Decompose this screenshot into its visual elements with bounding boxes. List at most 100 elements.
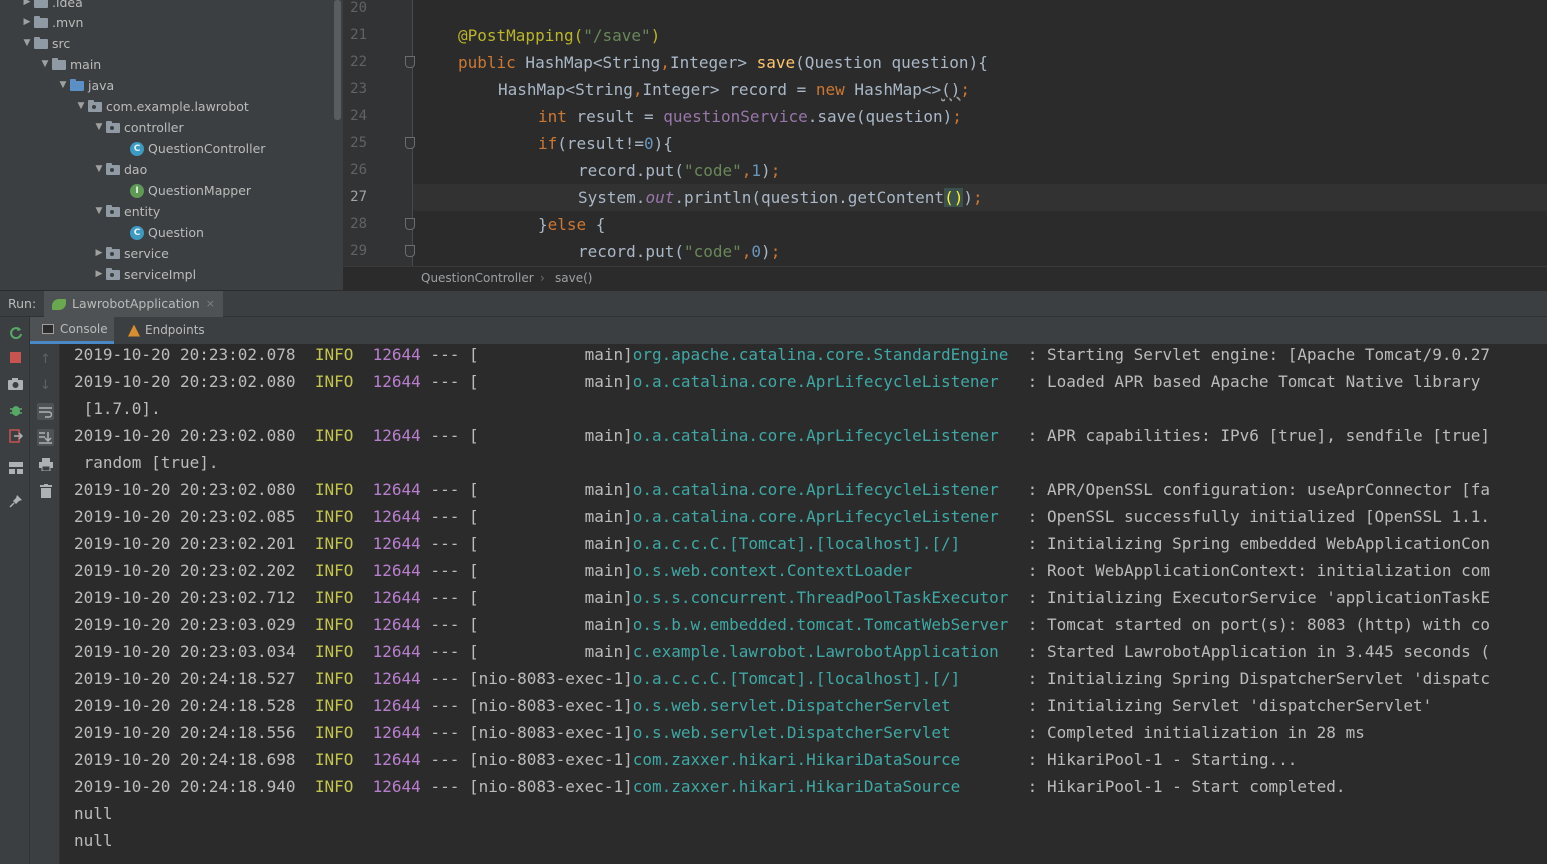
log-logger[interactable]: o.s.s.concurrent.ThreadPoolTaskExecutor: [633, 588, 1009, 607]
print-icon[interactable]: [37, 456, 54, 473]
log-message: : APR capabilities: IPv6 [true], sendfil…: [998, 426, 1491, 445]
tree-item-question[interactable]: C Question: [130, 222, 204, 243]
tree-item-label: src: [52, 36, 71, 51]
log-logger[interactable]: com.zaxxer.hikari.HikariDataSource: [633, 777, 961, 796]
code-text: (): [941, 80, 961, 99]
tree-item-mvn[interactable]: ▶ .mvn: [20, 12, 84, 33]
tab-endpoints[interactable]: Endpoints: [128, 317, 205, 344]
expand-arrow-icon[interactable]: ▶: [92, 264, 106, 285]
log-message: : Root WebApplicationContext: initializa…: [912, 561, 1491, 580]
log-timestamp: 2019-10-20 20:24:18.527: [74, 669, 296, 688]
log-logger[interactable]: o.a.catalina.core.AprLifecycleListener: [633, 480, 999, 499]
tree-item-question-mapper[interactable]: I QuestionMapper: [130, 180, 251, 201]
log-pid: 12644: [372, 750, 421, 769]
camera-icon[interactable]: [7, 375, 24, 392]
scroll-to-end-icon[interactable]: [37, 429, 54, 446]
expand-arrow-icon[interactable]: ▶: [92, 243, 106, 264]
log-logger[interactable]: o.s.web.context.ContextLoader: [633, 561, 912, 580]
code-line-29[interactable]: record.put("code",0);: [578, 238, 780, 265]
code-line-23[interactable]: HashMap<String,Integer> record = new Has…: [498, 76, 970, 103]
breadcrumb-class[interactable]: QuestionController: [421, 267, 534, 290]
log-logger[interactable]: o.a.catalina.core.AprLifecycleListener: [633, 426, 999, 445]
tree-item-label: dao: [124, 162, 148, 177]
fold-marker-icon[interactable]: [405, 137, 415, 149]
tree-item-service-impl[interactable]: ▶ serviceImpl: [92, 264, 197, 285]
log-logger[interactable]: com.zaxxer.hikari.HikariDataSource: [633, 750, 961, 769]
tree-item-label: entity: [124, 204, 161, 219]
tab-console[interactable]: Console: [30, 317, 114, 344]
soft-wrap-icon[interactable]: [37, 403, 54, 420]
collapse-arrow-icon[interactable]: ▼: [20, 33, 34, 54]
log-logger[interactable]: org.apache.catalina.core.StandardEngine: [633, 345, 1009, 364]
line-number: 22: [350, 54, 367, 70]
close-tab-icon[interactable]: ×: [206, 291, 215, 317]
code-text: ): [761, 161, 771, 180]
console-line: 2019-10-20 20:24:18.698 INFO 12644 --- […: [74, 749, 1297, 776]
console-icon: [42, 324, 54, 334]
code-line-28[interactable]: }else {: [538, 211, 605, 238]
collapse-arrow-icon[interactable]: ▼: [56, 75, 70, 96]
debug-icon[interactable]: [7, 401, 24, 418]
tree-item-src[interactable]: ▼ src: [20, 33, 71, 54]
log-logger[interactable]: o.a.catalina.core.AprLifecycleListener: [633, 507, 999, 526]
log-logger[interactable]: o.s.web.servlet.DispatcherServlet: [633, 723, 951, 742]
editor-gutter[interactable]: 20 21 22 23 24 25 26 27 28 29: [343, 0, 413, 266]
trash-icon[interactable]: [37, 482, 54, 499]
log-logger[interactable]: c.example.lawrobot.LawrobotApplication: [633, 642, 999, 661]
tree-item-question-controller[interactable]: C QuestionController: [130, 138, 265, 159]
code-line-24[interactable]: int result = questionService.save(questi…: [538, 103, 962, 130]
exit-icon[interactable]: [7, 427, 24, 444]
log-logger[interactable]: o.a.c.c.C.[Tomcat].[localhost].[/]: [633, 669, 961, 688]
tree-scrollbar[interactable]: [334, 0, 341, 120]
code-line-26[interactable]: record.put("code",1);: [578, 157, 780, 184]
console-output[interactable]: 2019-10-20 20:23:02.078 INFO 12644 --- […: [61, 344, 1547, 864]
code-line-21[interactable]: @PostMapping("/save"): [458, 22, 660, 49]
log-logger[interactable]: o.a.c.c.C.[Tomcat].[localhost].[/]: [633, 534, 961, 553]
fold-marker-icon[interactable]: [405, 56, 415, 68]
code-editor[interactable]: 20 21 22 23 24 25 26 27 28 29 @PostMappi…: [343, 0, 1547, 266]
rerun-icon[interactable]: [7, 324, 24, 341]
collapse-arrow-icon[interactable]: ▼: [92, 201, 106, 222]
code-line-25[interactable]: if(result!=0){: [538, 130, 673, 157]
pin-icon[interactable]: [7, 492, 24, 509]
code-line-27[interactable]: System.out.println(question.getContent()…: [578, 184, 983, 211]
console-line: 2019-10-20 20:23:02.080 INFO 12644 --- […: [74, 479, 1490, 506]
collapse-arrow-icon[interactable]: ▼: [74, 96, 88, 117]
run-config-tab[interactable]: LawrobotApplication ×: [44, 291, 223, 317]
expand-arrow-icon[interactable]: ▶: [20, 12, 34, 33]
run-toolbar: [0, 317, 30, 864]
layout-icon[interactable]: [7, 459, 24, 476]
stop-icon[interactable]: [7, 349, 24, 366]
collapse-arrow-icon[interactable]: ▼: [38, 54, 52, 75]
breadcrumb-method[interactable]: save(): [555, 267, 592, 290]
annotation: @PostMapping(: [458, 26, 584, 45]
tree-item-service[interactable]: ▶ service: [92, 243, 169, 264]
collapse-arrow-icon[interactable]: ▼: [92, 117, 106, 138]
tree-item-entity[interactable]: ▼ entity: [92, 201, 161, 222]
log-thread: [nio-8083-exec-1]: [468, 750, 633, 769]
log-level: INFO: [314, 642, 354, 661]
tree-item-main[interactable]: ▼ main: [38, 54, 102, 75]
tree-item-controller[interactable]: ▼ controller: [92, 117, 184, 138]
log-logger[interactable]: o.s.b.w.embedded.tomcat.TomcatWebServer: [633, 615, 1009, 634]
log-thread: [nio-8083-exec-1]: [468, 669, 633, 688]
log-logger[interactable]: o.s.web.servlet.DispatcherServlet: [633, 696, 951, 715]
fold-marker-icon[interactable]: [405, 245, 415, 257]
arrow-down-icon[interactable]: ↓: [37, 377, 54, 394]
log-logger[interactable]: o.a.catalina.core.AprLifecycleListener: [633, 372, 999, 391]
log-pid: 12644: [372, 777, 421, 796]
log-separator: ---: [420, 480, 469, 499]
log-message: : HikariPool-1 - Starting...: [960, 750, 1298, 769]
log-timestamp: 2019-10-20 20:24:18.556: [74, 723, 296, 742]
tree-item-java[interactable]: ▼ java: [56, 75, 115, 96]
fold-marker-icon[interactable]: [405, 218, 415, 230]
arrow-up-icon[interactable]: ↑: [37, 351, 54, 368]
number-literal: 0: [751, 242, 762, 261]
tab-endpoints-label: Endpoints: [145, 323, 205, 337]
tree-item-package-root[interactable]: ▼ com.example.lawrobot: [74, 96, 249, 117]
console-line: 2019-10-20 20:23:02.080 INFO 12644 --- […: [74, 371, 1480, 398]
collapse-arrow-icon[interactable]: ▼: [92, 159, 106, 180]
code-line-22[interactable]: public HashMap<String,Integer> save(Ques…: [458, 49, 988, 76]
tree-item-dao[interactable]: ▼ dao: [92, 159, 148, 180]
log-timestamp: 2019-10-20 20:23:03.029: [74, 615, 296, 634]
